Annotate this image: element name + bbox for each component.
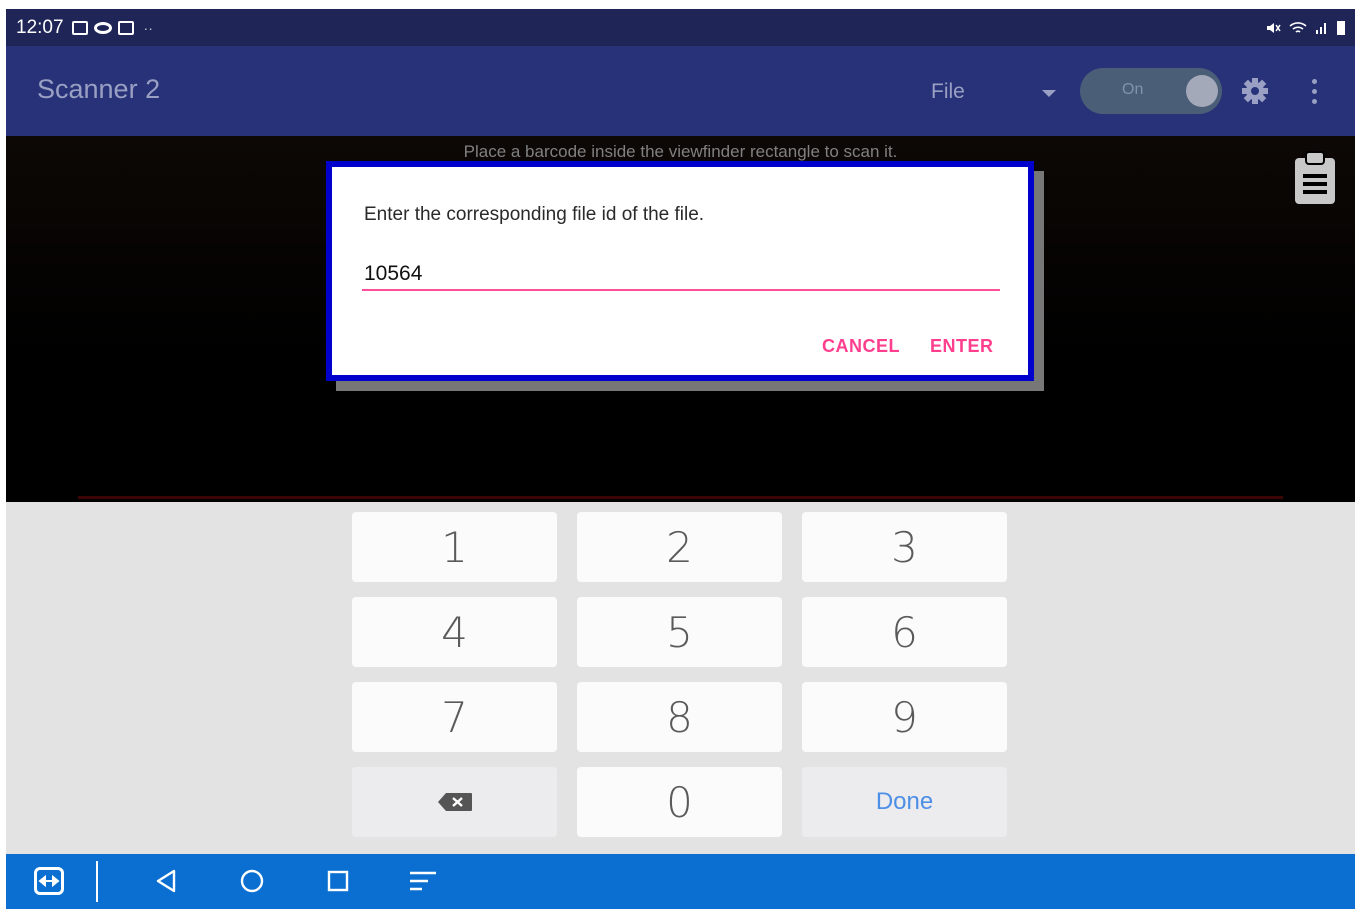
more-vert-icon[interactable] [1304, 76, 1324, 106]
menu-icon[interactable] [408, 867, 438, 895]
key-6[interactable]: 6 [802, 597, 1007, 667]
key-8[interactable]: 8 [577, 682, 782, 752]
toggle-label: On [1122, 81, 1144, 98]
numeric-keypad: 1 2 3 4 5 6 7 8 9 0 Done [6, 502, 1355, 854]
nav-divider [96, 861, 98, 902]
key-2[interactable]: 2 [577, 512, 782, 582]
recents-icon[interactable] [323, 867, 353, 895]
status-time: 12:07 [16, 16, 64, 38]
gallery-icon [71, 20, 88, 35]
backspace-icon [437, 793, 472, 811]
enter-button[interactable]: ENTER [930, 336, 994, 357]
mode-dropdown[interactable]: File [931, 80, 965, 104]
key-9[interactable]: 9 [802, 682, 1007, 752]
battery-icon [1337, 20, 1345, 35]
status-right-icons [1265, 20, 1345, 35]
key-0[interactable]: 0 [577, 767, 782, 837]
key-5[interactable]: 5 [577, 597, 782, 667]
gear-icon[interactable] [1240, 76, 1270, 106]
home-icon[interactable] [237, 867, 267, 895]
app-bar: Scanner 2 File On [6, 46, 1355, 136]
toggle-knob[interactable] [1186, 75, 1218, 107]
dialog-message: Enter the corresponding file id of the f… [364, 204, 705, 225]
clipboard-icon[interactable] [1293, 150, 1337, 206]
mute-icon [1267, 22, 1281, 33]
signal-icon [1316, 22, 1326, 34]
device-screen: 12:07 ·· Scanner 2 File On Place a barco… [6, 9, 1355, 909]
backspace-key[interactable] [352, 767, 557, 837]
scanner-toggle[interactable]: On [1080, 68, 1222, 114]
eye-icon [93, 21, 112, 34]
viewfinder-laser-line [78, 496, 1283, 499]
navigation-bar [6, 854, 1355, 909]
key-4[interactable]: 4 [352, 597, 557, 667]
app-title: Scanner 2 [37, 74, 161, 104]
teamviewer-icon [117, 20, 134, 35]
cancel-button[interactable]: CANCEL [822, 336, 900, 357]
key-7[interactable]: 7 [352, 682, 557, 752]
chevron-down-icon[interactable] [1042, 90, 1056, 97]
wifi-icon [1289, 21, 1307, 33]
teamviewer-icon[interactable] [34, 867, 64, 895]
done-key[interactable]: Done [802, 767, 1007, 837]
file-id-dialog: Enter the corresponding file id of the f… [326, 161, 1034, 381]
back-icon[interactable] [152, 867, 182, 895]
more-notifications-indicator: ·· [143, 19, 153, 36]
status-bar: 12:07 ·· [6, 9, 1355, 46]
teamviewer-arrows-icon [38, 874, 60, 888]
scan-hint: Place a barcode inside the viewfinder re… [463, 142, 898, 161]
key-3[interactable]: 3 [802, 512, 1007, 582]
file-id-input[interactable] [362, 259, 1000, 291]
key-1[interactable]: 1 [352, 512, 557, 582]
